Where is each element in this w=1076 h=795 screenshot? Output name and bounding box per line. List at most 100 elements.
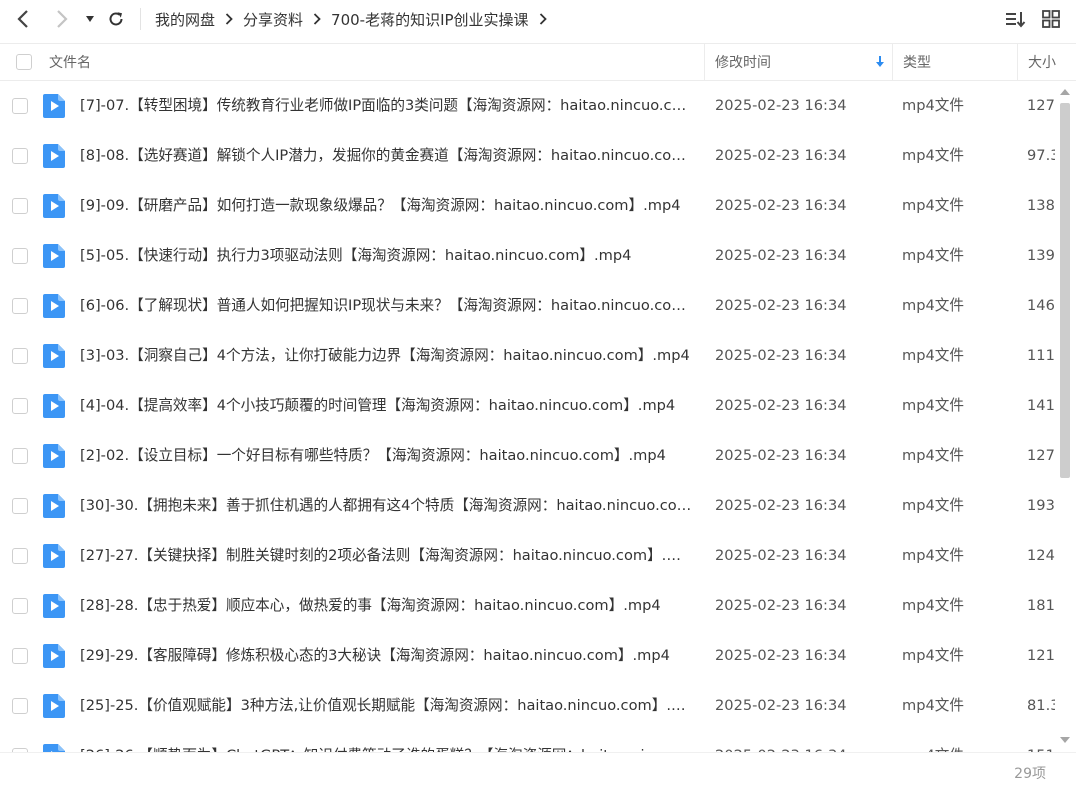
file-size: 146 [1027, 297, 1055, 314]
file-row[interactable]: [3]-03.【洞察自己】4个方法，让你打破能力边界【海淘资源网：haitao.… [0, 331, 1058, 381]
file-name[interactable]: [5]-05.【快速行动】执行力3项驱动法则【海淘资源网：haitao.ninc… [80, 231, 692, 281]
file-name[interactable]: [7]-07.【转型困境】传统教育行业老师做IP面临的3类问题【海淘资源网：ha… [80, 81, 692, 131]
toolbar: 我的网盘 分享资料 700-老蒋的知识IP创业实操课 [0, 0, 1076, 38]
select-all-cell [16, 44, 32, 80]
file-type: mp4文件 [902, 97, 964, 114]
breadcrumb-item-my-drive[interactable]: 我的网盘 [155, 9, 215, 30]
file-row[interactable]: [8]-08.【选好赛道】解锁个人IP潜力，发掘你的黄金赛道【海淘资源网：hai… [0, 131, 1058, 181]
breadcrumb-item-current-folder[interactable]: 700-老蒋的知识IP创业实操课 [331, 9, 529, 30]
row-checkbox[interactable] [12, 298, 28, 314]
video-file-icon [43, 244, 65, 268]
row-checkbox[interactable] [12, 548, 28, 564]
file-name[interactable]: [9]-09.【研磨产品】如何打造一款现象级爆品？【海淘资源网：haitao.n… [80, 181, 692, 231]
file-modified-time: 2025-02-23 16:34 [715, 397, 847, 414]
column-size[interactable]: 大小 [1017, 44, 1076, 80]
row-checkbox[interactable] [12, 698, 28, 714]
history-dropdown-button[interactable] [82, 0, 98, 38]
select-all-checkbox[interactable] [16, 54, 32, 70]
column-name[interactable]: 文件名 [49, 44, 704, 80]
video-file-icon [43, 344, 65, 368]
video-file-icon [43, 294, 65, 318]
video-file-icon [43, 144, 65, 168]
row-checkbox[interactable] [12, 198, 28, 214]
file-size: 127 [1027, 97, 1055, 114]
sort-button[interactable] [1006, 10, 1026, 28]
file-modified-time: 2025-02-23 16:34 [715, 197, 847, 214]
file-name[interactable]: [30]-30.【拥抱未来】善于抓住机遇的人都拥有这4个特质【海淘资源网：hai… [80, 481, 692, 531]
scroll-thumb[interactable] [1060, 103, 1070, 478]
file-name[interactable]: [3]-03.【洞察自己】4个方法，让你打破能力边界【海淘资源网：haitao.… [80, 331, 692, 381]
file-row[interactable]: [4]-04.【提高效率】4个小技巧颠覆的时间管理【海淘资源网：haitao.n… [0, 381, 1058, 431]
file-type: mp4文件 [902, 247, 964, 264]
column-type-label: 类型 [903, 55, 931, 71]
file-name[interactable]: [8]-08.【选好赛道】解锁个人IP潜力，发掘你的黄金赛道【海淘资源网：hai… [80, 131, 692, 181]
scroll-up-icon [1060, 89, 1070, 95]
column-header: 文件名 修改时间 类型 大小 [0, 43, 1076, 81]
scroll-up-button[interactable] [1058, 85, 1072, 99]
file-name[interactable]: [26]-26.【顺势而为】ChatGPT：知识付费等动了谁的蛋糕？【海淘资源网… [80, 731, 692, 752]
breadcrumb-item-shared[interactable]: 分享资料 [243, 9, 303, 30]
row-checkbox[interactable] [12, 648, 28, 664]
scroll-down-icon [1060, 737, 1070, 743]
file-row[interactable]: [26]-26.【顺势而为】ChatGPT：知识付费等动了谁的蛋糕？【海淘资源网… [0, 731, 1058, 752]
file-size: 151 [1027, 731, 1055, 752]
file-name[interactable]: [2]-02.【设立目标】一个好目标有哪些特质？【海淘资源网：haitao.ni… [80, 431, 692, 481]
file-type: mp4文件 [902, 731, 964, 752]
file-name[interactable]: [4]-04.【提高效率】4个小技巧颠覆的时间管理【海淘资源网：haitao.n… [80, 381, 692, 431]
file-row[interactable]: [6]-06.【了解现状】普通人如何把握知识IP现状与未来？【海淘资源网：hai… [0, 281, 1058, 331]
file-row[interactable]: [5]-05.【快速行动】执行力3项驱动法则【海淘资源网：haitao.ninc… [0, 231, 1058, 281]
scroll-down-button[interactable] [1058, 733, 1072, 747]
row-checkbox[interactable] [12, 248, 28, 264]
column-modified[interactable]: 修改时间 [704, 44, 892, 80]
file-size: 121 [1027, 647, 1055, 664]
refresh-button[interactable] [104, 0, 128, 38]
file-size: 111 [1027, 347, 1055, 364]
file-name[interactable]: [27]-27.【关键抉择】制胜关键时刻的2项必备法则【海淘资源网：haitao… [80, 531, 692, 581]
forward-button[interactable] [50, 0, 74, 38]
vertical-scrollbar[interactable] [1058, 81, 1072, 752]
row-checkbox[interactable] [12, 448, 28, 464]
file-size: 97.3 [1027, 147, 1055, 164]
file-name[interactable]: [25]-25.【价值观赋能】3种方法,让价值观长期赋能【海淘资源网：haita… [80, 681, 692, 731]
toolbar-divider [140, 8, 141, 30]
arrow-left-icon [17, 10, 28, 28]
back-button[interactable] [10, 0, 36, 38]
file-row[interactable]: [28]-28.【忠于热爱】顺应本心，做热爱的事【海淘资源网：haitao.ni… [0, 581, 1058, 631]
row-checkbox[interactable] [12, 348, 28, 364]
chevron-right-icon [313, 13, 321, 25]
row-checkbox[interactable] [12, 148, 28, 164]
grid-view-button[interactable] [1042, 10, 1060, 28]
row-checkbox[interactable] [12, 98, 28, 114]
column-type[interactable]: 类型 [892, 44, 1017, 80]
file-name[interactable]: [6]-06.【了解现状】普通人如何把握知识IP现状与未来？【海淘资源网：hai… [80, 281, 692, 331]
file-modified-time: 2025-02-23 16:34 [715, 247, 847, 264]
sort-icon [1006, 12, 1026, 28]
file-name[interactable]: [28]-28.【忠于热爱】顺应本心，做热爱的事【海淘资源网：haitao.ni… [80, 581, 692, 631]
row-checkbox[interactable] [12, 498, 28, 514]
file-type: mp4文件 [902, 547, 964, 564]
file-modified-time: 2025-02-23 16:34 [715, 597, 847, 614]
file-name[interactable]: [29]-29.【客服障碍】修炼积极心态的3大秘诀【海淘资源网：haitao.n… [80, 631, 692, 681]
file-type: mp4文件 [902, 397, 964, 414]
file-type: mp4文件 [902, 147, 964, 164]
video-file-icon [43, 644, 65, 668]
chevron-right-icon[interactable] [539, 13, 547, 25]
file-modified-time: 2025-02-23 16:34 [715, 697, 847, 714]
file-row[interactable]: [2]-02.【设立目标】一个好目标有哪些特质？【海淘资源网：haitao.ni… [0, 431, 1058, 481]
file-type: mp4文件 [902, 597, 964, 614]
view-tools [1006, 0, 1060, 38]
column-modified-label: 修改时间 [715, 55, 771, 71]
file-row[interactable]: [29]-29.【客服障碍】修炼积极心态的3大秘诀【海淘资源网：haitao.n… [0, 631, 1058, 681]
file-row[interactable]: [7]-07.【转型困境】传统教育行业老师做IP面临的3类问题【海淘资源网：ha… [0, 81, 1058, 131]
arrow-right-icon [57, 10, 68, 28]
file-row[interactable]: [9]-09.【研磨产品】如何打造一款现象级爆品？【海淘资源网：haitao.n… [0, 181, 1058, 231]
row-checkbox[interactable] [12, 598, 28, 614]
file-type: mp4文件 [902, 297, 964, 314]
file-type: mp4文件 [902, 447, 964, 464]
file-modified-time: 2025-02-23 16:34 [715, 547, 847, 564]
file-row[interactable]: [25]-25.【价值观赋能】3种方法,让价值观长期赋能【海淘资源网：haita… [0, 681, 1058, 731]
file-row[interactable]: [27]-27.【关键抉择】制胜关键时刻的2项必备法则【海淘资源网：haitao… [0, 531, 1058, 581]
row-checkbox[interactable] [12, 398, 28, 414]
video-file-icon [43, 494, 65, 518]
file-row[interactable]: [30]-30.【拥抱未来】善于抓住机遇的人都拥有这4个特质【海淘资源网：hai… [0, 481, 1058, 531]
